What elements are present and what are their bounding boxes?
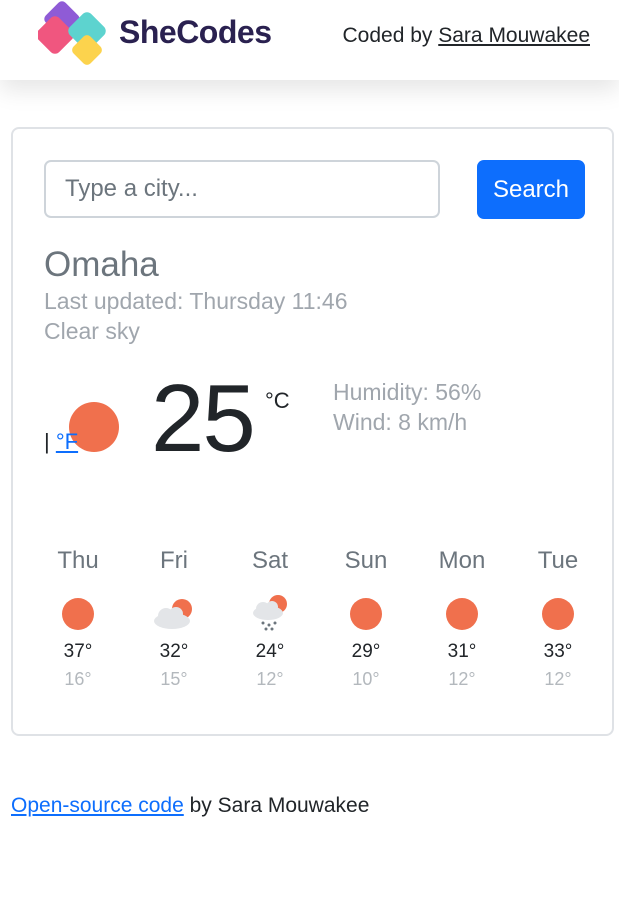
site-header: SheCodes Coded by Sara Mouwakee	[0, 0, 619, 80]
sun-icon	[318, 579, 414, 639]
last-updated: Last updated: Thursday 11:46	[44, 288, 348, 314]
forecast-day: Mon 31° 12°	[414, 547, 510, 690]
forecast-low: 12°	[256, 669, 284, 689]
unit-toggle: | °F	[44, 429, 78, 455]
city-name: Omaha	[44, 245, 159, 284]
forecast-high: 24°	[255, 641, 285, 662]
search-button[interactable]: Search	[477, 160, 585, 219]
fahrenheit-link[interactable]: °F	[56, 429, 78, 454]
sun-icon	[510, 579, 606, 639]
unit-separator: |	[44, 429, 50, 454]
forecast-day-name: Sat	[251, 547, 289, 574]
humidity: Humidity: 56%	[333, 379, 482, 405]
forecast-high: 33°	[543, 641, 573, 662]
forecast-day: Fri 32° 15°	[126, 547, 222, 690]
shecodes-logo-icon[interactable]	[38, 0, 116, 70]
forecast-day-name: Sun	[344, 547, 388, 574]
forecast-high: 31°	[447, 641, 477, 662]
forecast-day-name: Tue	[537, 547, 579, 574]
forecast-high: 37°	[63, 641, 93, 662]
credit-prefix: Coded by	[342, 24, 433, 47]
city-search-input[interactable]	[44, 160, 440, 218]
header-credit: Coded by Sara Mouwakee	[343, 24, 591, 48]
forecast-row: Thu 37° 16° Fri 32° 15° Sat 24° 12° Sun …	[30, 547, 610, 707]
open-source-link[interactable]: Open-source code	[11, 794, 184, 817]
page-footer: Open-source code by Sara Mouwakee	[11, 794, 369, 818]
sun-icon	[414, 579, 510, 639]
celsius-unit: °C	[265, 388, 290, 413]
forecast-day: Sun 29° 10°	[318, 547, 414, 690]
forecast-day: Tue 33° 12°	[510, 547, 606, 690]
forecast-day-name: Mon	[438, 547, 486, 574]
brand-name: SheCodes	[119, 14, 272, 50]
sun-icon	[30, 579, 126, 639]
wind-speed: Wind: 8 km/h	[333, 409, 468, 435]
forecast-low: 15°	[160, 669, 188, 689]
forecast-high: 29°	[351, 641, 381, 662]
forecast-day-name: Thu	[57, 547, 99, 574]
forecast-low: 10°	[352, 669, 380, 689]
partly-cloudy-icon	[126, 579, 222, 639]
snow-cloud-icon	[222, 579, 318, 639]
author-link[interactable]: Sara Mouwakee	[438, 24, 590, 47]
forecast-day: Sat 24° 12°	[222, 547, 318, 690]
footer-credit: by Sara Mouwakee	[189, 794, 370, 817]
forecast-high: 32°	[159, 641, 189, 662]
forecast-low: 12°	[544, 669, 572, 689]
forecast-day: Thu 37° 16°	[30, 547, 126, 690]
forecast-low: 12°	[448, 669, 476, 689]
forecast-low: 16°	[64, 669, 92, 689]
weather-description: Clear sky	[44, 318, 140, 344]
forecast-day-name: Fri	[160, 547, 188, 574]
current-temperature: 25	[151, 365, 256, 472]
weather-card: Search Omaha Last updated: Thursday 11:4…	[11, 127, 614, 736]
